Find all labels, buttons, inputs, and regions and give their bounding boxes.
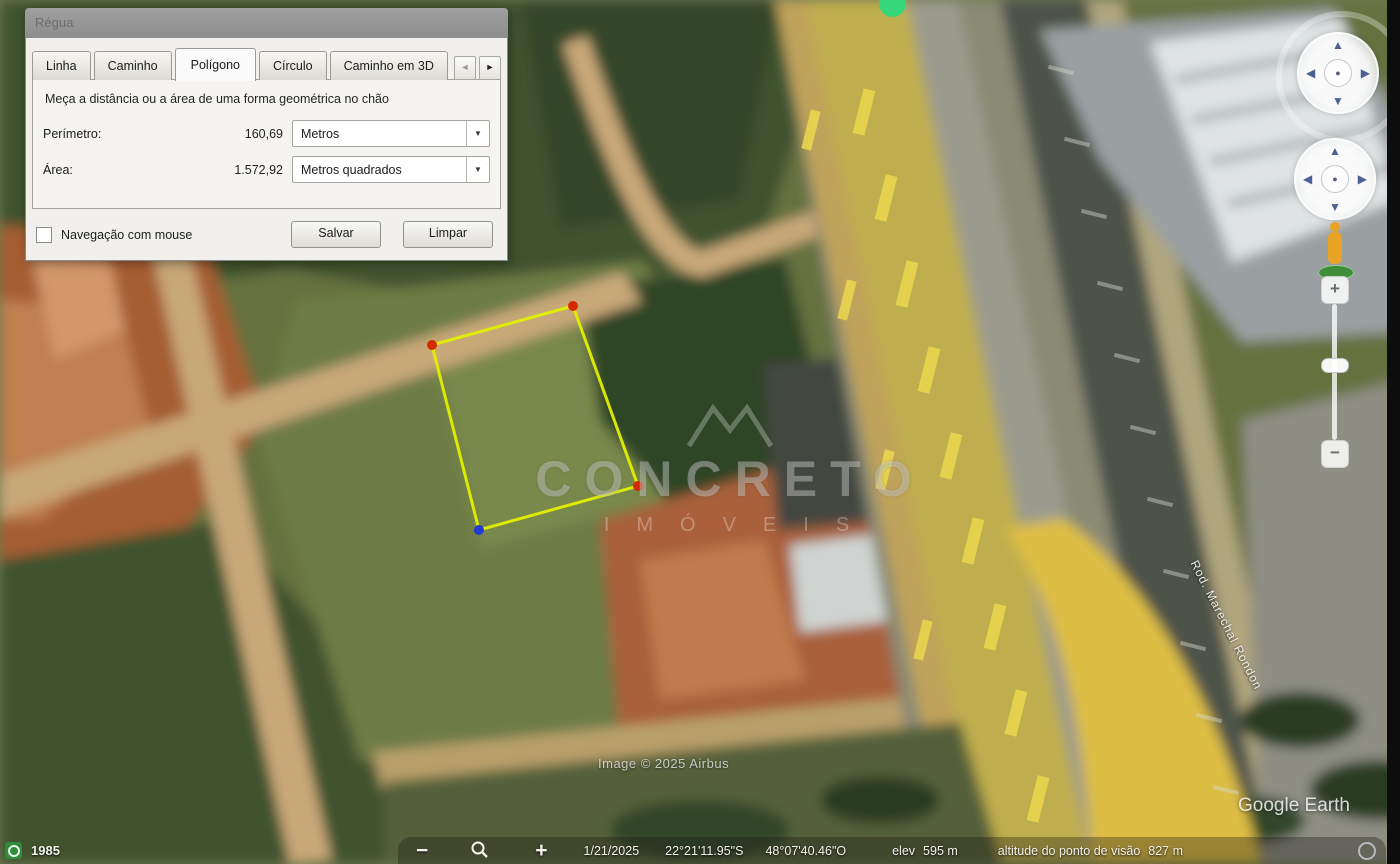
slider-zoom-out-button[interactable]: − xyxy=(1321,440,1349,468)
slider-handle[interactable] xyxy=(1321,358,1349,373)
tab-scroll-left-icon[interactable]: ◄ xyxy=(454,56,476,80)
mouse-navigation-label: Navegação com mouse xyxy=(61,228,291,242)
pegman-street-view[interactable] xyxy=(1316,218,1354,280)
tab-caminho[interactable]: Caminho xyxy=(94,51,172,80)
google-earth-logo: Google Earth xyxy=(1238,795,1350,817)
area-row: Área: 1.572,92 Metros quadrados ▼ xyxy=(43,156,490,183)
tab-linha[interactable]: Linha xyxy=(32,51,91,80)
mouse-navigation-checkbox[interactable] xyxy=(36,227,52,243)
eye-altitude-label: altitude do ponto de visão xyxy=(998,844,1140,858)
status-circle-icon[interactable] xyxy=(1358,842,1376,860)
tab-description: Meça a distância ou a área de uma forma … xyxy=(45,92,490,106)
look-left-arrow-icon[interactable]: ◀ xyxy=(1306,67,1315,79)
status-bar: − + 1/21/2025 22°21'11.95"S 48°07'40.46"… xyxy=(398,837,1386,864)
latitude-readout: 22°21'11.95"S xyxy=(665,844,743,858)
tab-scroll-right-icon[interactable]: ► xyxy=(479,56,501,80)
clear-button[interactable]: Limpar xyxy=(403,221,493,248)
magnifier-icon[interactable] xyxy=(470,840,489,862)
dialog-footer: Navegação com mouse Salvar Limpar xyxy=(36,221,493,248)
move-joystick[interactable]: ▲ ▼ ◀ ▶ ● xyxy=(1294,138,1376,220)
elevation-value: 595 m xyxy=(923,844,958,858)
history-clock-icon[interactable] xyxy=(5,842,22,859)
move-up-arrow-icon[interactable]: ▲ xyxy=(1329,145,1341,157)
look-center-knob[interactable]: ● xyxy=(1324,59,1352,87)
historical-imagery-chip[interactable]: 1985 xyxy=(5,842,60,859)
zoom-out-button[interactable]: − xyxy=(416,841,428,861)
slider-zoom-in-button[interactable]: + xyxy=(1321,276,1349,304)
tab-strip: Linha Caminho Polígono Círculo Caminho e… xyxy=(32,48,501,80)
move-center-knob[interactable]: ● xyxy=(1321,165,1349,193)
look-down-arrow-icon[interactable]: ▼ xyxy=(1332,95,1344,107)
elevation-readout: elev 595 m xyxy=(892,844,958,858)
area-unit-value: Metros quadrados xyxy=(293,163,402,177)
save-button[interactable]: Salvar xyxy=(291,221,381,248)
pegman-head-icon xyxy=(1330,222,1340,232)
look-right-arrow-icon[interactable]: ▶ xyxy=(1361,67,1370,79)
screen-edge-bar xyxy=(1387,0,1400,864)
eye-altitude-readout: altitude do ponto de visão 827 m xyxy=(998,844,1183,858)
oldest-imagery-year: 1985 xyxy=(31,843,60,858)
perimeter-value: 160,69 xyxy=(151,127,292,141)
look-joystick[interactable]: ▲ ▼ ◀ ▶ ● xyxy=(1297,32,1379,114)
tab-content: Meça a distância ou a área de uma forma … xyxy=(32,79,501,209)
zoom-in-button[interactable]: + xyxy=(535,841,547,861)
perimeter-row: Perímetro: 160,69 Metros ▼ xyxy=(43,120,490,147)
tab-caminho-3d[interactable]: Caminho em 3D xyxy=(330,51,448,80)
pegman-body-icon xyxy=(1328,232,1342,264)
imagery-date: 1/21/2025 xyxy=(584,844,640,858)
elevation-label: elev xyxy=(892,844,915,858)
perimeter-label: Perímetro: xyxy=(43,127,151,141)
move-down-arrow-icon[interactable]: ▼ xyxy=(1329,201,1341,213)
dialog-body: Linha Caminho Polígono Círculo Caminho e… xyxy=(25,38,508,261)
tab-circulo[interactable]: Círculo xyxy=(259,51,327,80)
look-up-arrow-icon[interactable]: ▲ xyxy=(1332,39,1344,51)
move-right-arrow-icon[interactable]: ▶ xyxy=(1358,173,1367,185)
eye-altitude-value: 827 m xyxy=(1148,844,1183,858)
chevron-down-icon[interactable]: ▼ xyxy=(466,157,489,182)
area-label: Área: xyxy=(43,163,151,177)
perimeter-unit-value: Metros xyxy=(293,127,339,141)
move-left-arrow-icon[interactable]: ◀ xyxy=(1303,173,1312,185)
tab-poligono[interactable]: Polígono xyxy=(175,48,256,81)
dialog-titlebar[interactable]: Régua xyxy=(25,8,508,38)
area-value: 1.572,92 xyxy=(151,163,292,177)
longitude-readout: 48°07'40.46"O xyxy=(765,844,846,858)
perimeter-unit-dropdown[interactable]: Metros ▼ xyxy=(292,120,490,147)
zoom-slider[interactable]: + − xyxy=(1320,276,1348,468)
imagery-copyright: Image © 2025 Airbus xyxy=(598,756,729,771)
chevron-down-icon[interactable]: ▼ xyxy=(466,121,489,146)
ruler-dialog: Régua Linha Caminho Polígono Círculo Cam… xyxy=(25,8,508,261)
area-unit-dropdown[interactable]: Metros quadrados ▼ xyxy=(292,156,490,183)
